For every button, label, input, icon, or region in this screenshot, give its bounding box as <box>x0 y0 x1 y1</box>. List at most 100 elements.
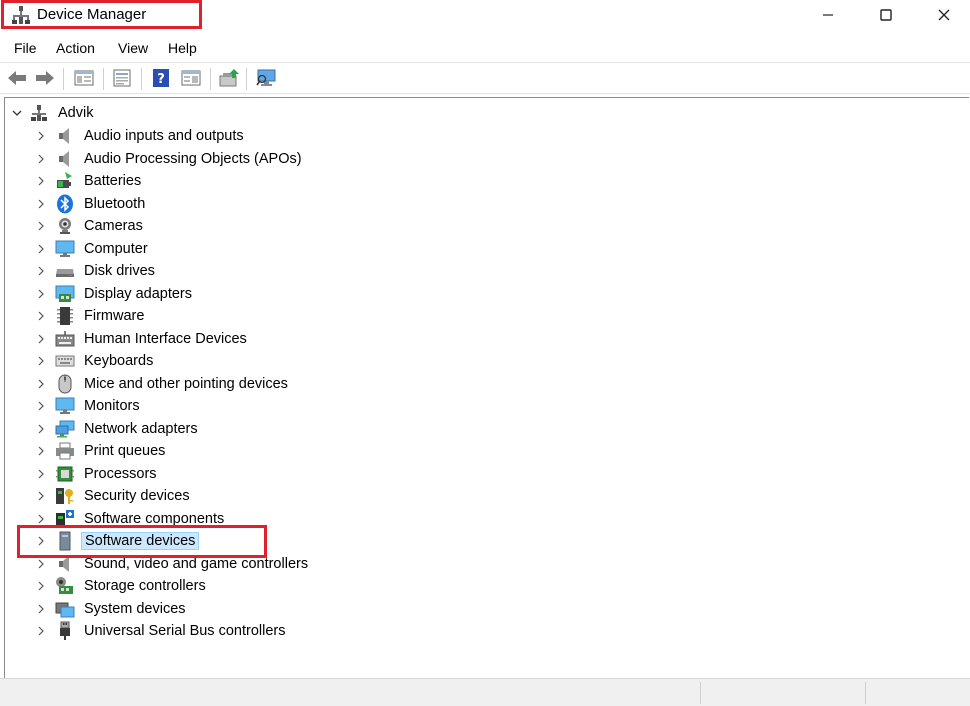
minimize-button[interactable] <box>800 0 856 30</box>
tree-category[interactable]: Software components <box>35 508 227 530</box>
tree-category[interactable]: Display adapters <box>35 283 195 305</box>
scan-hardware-changes-icon <box>256 69 276 86</box>
toolbar-separator <box>63 68 64 90</box>
chevron-right-icon[interactable] <box>35 220 47 232</box>
chevron-right-icon[interactable] <box>35 625 47 637</box>
chevron-right-icon[interactable] <box>35 198 47 210</box>
monitor-icon <box>55 396 75 416</box>
printer-icon <box>55 441 75 461</box>
tree-category[interactable]: Computer <box>35 238 151 260</box>
help-button[interactable]: ? <box>150 68 172 88</box>
maximize-button[interactable] <box>858 0 914 30</box>
tree-category[interactable]: Bluetooth <box>35 193 148 215</box>
properties-button[interactable] <box>111 68 133 88</box>
tree-category-label: Monitors <box>84 398 140 414</box>
chevron-right-icon[interactable] <box>35 310 47 322</box>
device-tree[interactable]: Advik Audio inputs and outputs Audio Proc… <box>4 97 969 678</box>
chevron-right-icon[interactable] <box>35 288 47 300</box>
forward-button[interactable] <box>34 68 56 88</box>
chevron-right-icon[interactable] <box>35 378 47 390</box>
chevron-right-icon[interactable] <box>35 130 47 142</box>
back-button[interactable] <box>6 68 28 88</box>
chevron-right-icon[interactable] <box>35 333 47 345</box>
title-bar: Device Manager <box>0 0 970 32</box>
tree-category-label: Cameras <box>84 218 143 234</box>
tree-category-label: Network adapters <box>84 420 198 437</box>
tree-category-label: Firmware <box>84 308 145 324</box>
menu-file[interactable]: File <box>14 40 37 56</box>
tree-category[interactable]: Cameras <box>35 215 146 237</box>
chevron-right-icon[interactable] <box>35 355 47 367</box>
chevron-right-icon[interactable] <box>35 423 47 435</box>
minimize-icon <box>823 14 833 16</box>
tree-category-label: Computer <box>84 240 148 257</box>
tree-root[interactable]: Advik <box>11 102 96 124</box>
tree-category[interactable]: Mice and other pointing devices <box>35 373 291 395</box>
tree-category[interactable]: Keyboards <box>35 350 156 372</box>
tree-category[interactable]: Processors <box>35 463 160 485</box>
tree-category[interactable]: Monitors <box>35 395 143 417</box>
tree-category[interactable]: System devices <box>35 598 189 620</box>
tree-category-label: Processors <box>84 465 157 482</box>
chevron-right-icon[interactable] <box>35 535 47 547</box>
menu-view[interactable]: View <box>118 40 148 56</box>
chevron-right-icon[interactable] <box>35 490 47 502</box>
tree-category[interactable]: Software devices <box>35 530 200 552</box>
tree-category[interactable]: Sound, video and game controllers <box>35 553 311 575</box>
tree-category-label: Audio Processing Objects (APOs) <box>84 150 302 167</box>
disk-drive-icon <box>55 261 75 281</box>
scan-hardware-changes-button[interactable] <box>256 68 278 88</box>
tree-category[interactable]: Storage controllers <box>35 575 209 597</box>
update-driver-button[interactable] <box>218 68 240 88</box>
tree-category[interactable]: Disk drives <box>35 260 158 282</box>
chevron-right-icon[interactable] <box>35 558 47 570</box>
tree-category[interactable]: Print queues <box>35 440 168 462</box>
monitor-icon <box>55 239 75 259</box>
status-separator <box>865 682 866 704</box>
chevron-right-icon[interactable] <box>35 243 47 255</box>
mouse-icon <box>55 374 75 394</box>
keyboard-icon <box>55 351 75 371</box>
bluetooth-icon <box>55 194 75 214</box>
chevron-down-icon[interactable] <box>11 107 23 119</box>
firmware-chip-icon <box>55 306 75 326</box>
chevron-right-icon[interactable] <box>35 265 47 277</box>
tree-category[interactable]: Security devices <box>35 485 193 507</box>
tree-category[interactable]: Human Interface Devices <box>35 328 250 350</box>
tree-category-label: Sound, video and game controllers <box>84 555 309 572</box>
menu-help[interactable]: Help <box>168 40 197 56</box>
speaker-icon <box>55 126 75 146</box>
software-device-icon <box>55 531 75 551</box>
tree-category[interactable]: Network adapters <box>35 418 201 440</box>
tree-category[interactable]: Batteries <box>35 170 144 192</box>
close-button[interactable] <box>916 0 970 30</box>
tree-category[interactable]: Audio inputs and outputs <box>35 125 247 147</box>
chevron-right-icon[interactable] <box>35 175 47 187</box>
toolbar-separator <box>141 68 142 90</box>
properties-icon <box>113 69 131 87</box>
action-pane-button[interactable] <box>180 68 202 88</box>
battery-icon <box>55 171 75 191</box>
close-icon <box>938 9 950 21</box>
chevron-right-icon[interactable] <box>35 603 47 615</box>
help-icon: ? <box>153 69 169 87</box>
tree-category-label: Security devices <box>84 488 190 504</box>
chevron-right-icon[interactable] <box>35 400 47 412</box>
chevron-right-icon[interactable] <box>35 580 47 592</box>
menu-action[interactable]: Action <box>56 40 95 56</box>
tree-category-label: Audio inputs and outputs <box>84 128 244 144</box>
tree-category[interactable]: Firmware <box>35 305 147 327</box>
tree-category-label: Human Interface Devices <box>84 330 247 347</box>
chevron-right-icon[interactable] <box>35 468 47 480</box>
camera-icon <box>55 216 75 236</box>
chevron-right-icon[interactable] <box>35 445 47 457</box>
action-pane-icon <box>181 70 201 86</box>
show-hide-console-tree-button[interactable] <box>73 68 95 88</box>
processor-icon <box>55 464 75 484</box>
tree-category[interactable]: Audio Processing Objects (APOs) <box>35 148 305 170</box>
tree-category[interactable]: Universal Serial Bus controllers <box>35 620 288 642</box>
toolbar-separator <box>210 68 211 90</box>
chevron-right-icon[interactable] <box>35 153 47 165</box>
chevron-right-icon[interactable] <box>35 513 47 525</box>
software-component-icon <box>55 509 75 529</box>
